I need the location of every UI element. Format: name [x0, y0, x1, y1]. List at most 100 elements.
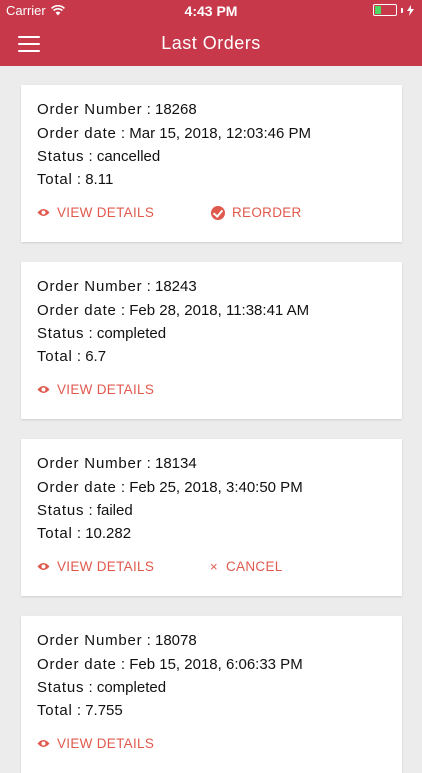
order-number-label: Order Number	[37, 455, 143, 472]
order-status-row: Status : completed	[37, 679, 166, 696]
order-actions: VIEW DETAILS REORDER	[37, 205, 397, 225]
view-details-label: VIEW DETAILS	[57, 382, 155, 397]
order-number-value: 18268	[154, 101, 197, 118]
order-number-row: Order Number : 18268	[37, 101, 197, 118]
order-total-value: 8.11	[85, 171, 114, 188]
order-card: Order Number : 18243 Order date : Feb 28…	[21, 262, 402, 419]
battery-level	[375, 6, 381, 14]
order-status-row: Status : completed	[37, 325, 166, 342]
separator: :	[88, 325, 93, 342]
status-right	[373, 4, 414, 16]
order-date-row: Order date : Feb 25, 2018, 3:40:50 PM	[37, 479, 303, 496]
view-details-label: VIEW DETAILS	[57, 559, 155, 574]
page-title: Last Orders	[161, 33, 261, 53]
order-status-label: Status	[37, 679, 85, 696]
order-card: Order Number : 18268 Order date : Mar 15…	[21, 85, 402, 242]
separator: :	[76, 171, 82, 188]
order-date-row: Order date : Feb 15, 2018, 6:06:33 PM	[37, 656, 303, 673]
check-circle-icon	[211, 205, 225, 220]
status-time: 4:43 PM	[184, 3, 238, 19]
reorder-label: REORDER	[232, 205, 302, 220]
order-status-value: completed	[96, 325, 167, 342]
order-status-row: Status : cancelled	[37, 148, 160, 165]
status-bar: Carrier 4:43 PM	[0, 0, 422, 22]
order-date-value: Feb 28, 2018, 11:38:41 AM	[129, 302, 310, 319]
order-date-label: Order date	[37, 656, 117, 673]
order-total-row: Total : 8.11	[37, 171, 113, 188]
eye-icon	[37, 209, 50, 216]
order-total-value: 10.282	[85, 525, 132, 542]
separator: :	[88, 679, 93, 696]
order-card: Order Number : 18134 Order date : Feb 25…	[21, 439, 402, 596]
order-actions: VIEW DETAILS	[37, 736, 397, 756]
order-number-label: Order Number	[37, 101, 143, 118]
order-actions: VIEW DETAILS	[37, 382, 397, 402]
battery-tip	[401, 7, 403, 13]
cancel-label: CANCEL	[226, 559, 283, 574]
order-date-value: Feb 25, 2018, 3:40:50 PM	[129, 479, 303, 496]
order-date-row: Order date : Feb 28, 2018, 11:38:41 AM	[37, 302, 309, 319]
separator: :	[76, 348, 82, 365]
view-details-button[interactable]: VIEW DETAILS	[37, 205, 154, 220]
view-details-label: VIEW DETAILS	[57, 205, 155, 220]
separator: :	[120, 479, 126, 496]
order-total-row: Total : 6.7	[37, 348, 106, 365]
order-number-value: 18243	[154, 278, 197, 295]
order-number-label: Order Number	[37, 632, 143, 649]
order-status-row: Status : failed	[37, 502, 133, 519]
order-total-row: Total : 10.282	[37, 525, 131, 542]
view-details-button[interactable]: VIEW DETAILS	[37, 382, 154, 397]
order-status-value: completed	[96, 679, 167, 696]
charging-icon	[407, 4, 414, 16]
close-icon: ×	[210, 559, 218, 574]
order-total-label: Total	[37, 702, 73, 719]
order-date-row: Order date : Mar 15, 2018, 12:03:46 PM	[37, 125, 311, 142]
order-date-value: Feb 15, 2018, 6:06:33 PM	[129, 656, 303, 673]
order-number-label: Order Number	[37, 278, 143, 295]
order-date-label: Order date	[37, 479, 117, 496]
order-date-label: Order date	[37, 302, 117, 319]
order-number-value: 18078	[154, 632, 197, 649]
order-status-label: Status	[37, 502, 85, 519]
order-total-value: 7.755	[85, 702, 123, 719]
eye-icon	[37, 386, 50, 393]
order-status-value: cancelled	[96, 148, 161, 165]
nav-bar: Last Orders	[0, 22, 422, 66]
order-date-label: Order date	[37, 125, 117, 142]
order-number-row: Order Number : 18078	[37, 632, 197, 649]
view-details-label: VIEW DETAILS	[57, 736, 155, 751]
separator: :	[146, 278, 151, 295]
order-card: Order Number : 18078 Order date : Feb 15…	[21, 616, 402, 773]
eye-icon	[37, 740, 50, 747]
battery-icon	[373, 4, 397, 16]
order-total-label: Total	[37, 348, 73, 365]
separator: :	[120, 125, 126, 142]
separator: :	[120, 656, 126, 673]
order-date-value: Mar 15, 2018, 12:03:46 PM	[129, 125, 312, 142]
order-total-value: 6.7	[85, 348, 107, 365]
cancel-button[interactable]: × CANCEL	[209, 559, 283, 574]
eye-icon	[37, 563, 50, 570]
order-status-label: Status	[37, 325, 85, 342]
order-status-label: Status	[37, 148, 85, 165]
view-details-button[interactable]: VIEW DETAILS	[37, 559, 154, 574]
separator: :	[146, 455, 151, 472]
order-total-label: Total	[37, 525, 73, 542]
separator: :	[120, 302, 126, 319]
order-status-value: failed	[96, 502, 133, 519]
view-details-button[interactable]: VIEW DETAILS	[37, 736, 154, 751]
separator: :	[146, 101, 151, 118]
separator: :	[88, 148, 93, 165]
separator: :	[76, 525, 82, 542]
order-actions: VIEW DETAILS × CANCEL	[37, 559, 397, 579]
separator: :	[88, 502, 93, 519]
orders-list: Order Number : 18268 Order date : Mar 15…	[0, 66, 422, 773]
separator: :	[146, 632, 151, 649]
order-number-row: Order Number : 18134	[37, 455, 197, 472]
order-number-value: 18134	[154, 455, 197, 472]
separator: :	[76, 702, 82, 719]
reorder-button[interactable]: REORDER	[211, 205, 302, 220]
order-number-row: Order Number : 18243	[37, 278, 197, 295]
order-total-label: Total	[37, 171, 73, 188]
order-total-row: Total : 7.755	[37, 702, 123, 719]
